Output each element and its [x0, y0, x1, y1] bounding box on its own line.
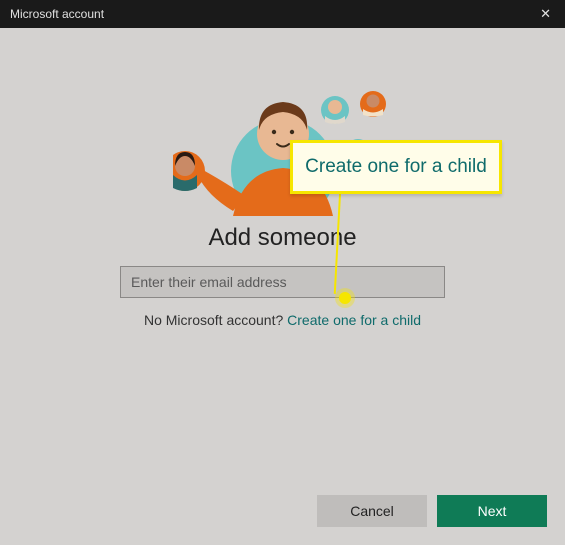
titlebar: Microsoft account ✕: [0, 0, 565, 28]
no-account-prefix: No Microsoft account?: [144, 312, 287, 328]
window-title: Microsoft account: [10, 7, 104, 21]
next-button[interactable]: Next: [437, 495, 547, 527]
highlight-callout: Create one for a child: [290, 140, 502, 194]
close-icon[interactable]: ✕: [536, 6, 555, 22]
page-title: Add someone: [208, 224, 356, 252]
dialog-buttons: Cancel Next: [317, 495, 547, 527]
cancel-button[interactable]: Cancel: [317, 495, 427, 527]
no-account-line: No Microsoft account? Create one for a c…: [144, 312, 421, 328]
callout-target-dot: [339, 292, 351, 304]
create-child-link[interactable]: Create one for a child: [287, 312, 421, 328]
email-field[interactable]: [120, 266, 445, 298]
callout-text: Create one for a child: [305, 156, 487, 178]
